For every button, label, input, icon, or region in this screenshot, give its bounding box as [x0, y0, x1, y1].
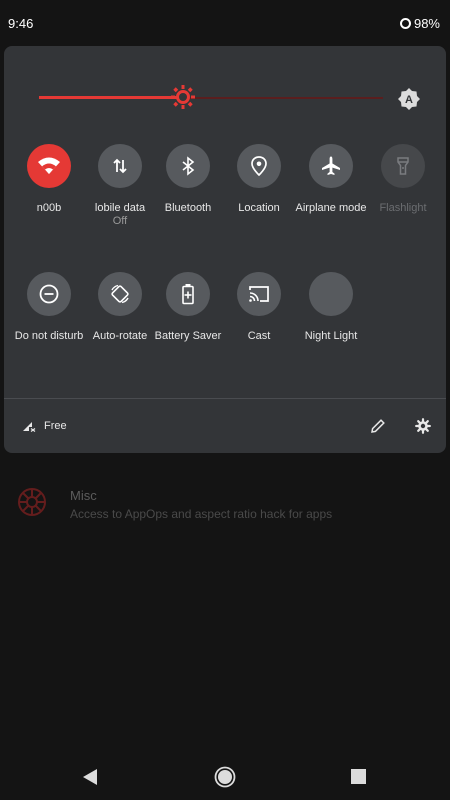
back-icon[interactable] — [82, 768, 98, 786]
pencil-icon — [371, 419, 385, 433]
tile-airplane-mode[interactable]: Airplane mode — [295, 144, 367, 244]
settings-button[interactable] — [415, 418, 431, 434]
gear-icon — [415, 418, 431, 434]
brightness-thumb-icon[interactable] — [170, 84, 196, 110]
mobile-data-icon — [113, 158, 127, 174]
status-bar: 9:46 98% — [0, 0, 450, 46]
carrier-info[interactable]: Free — [22, 419, 67, 432]
brightness-slider[interactable] — [39, 85, 383, 109]
tile-label: n00b — [36, 202, 62, 214]
tile-night-light[interactable]: Night Light — [295, 272, 367, 372]
settings-item-misc[interactable]: Misc Access to AppOps and aspect ratio h… — [0, 476, 450, 536]
tile-label: Flashlight — [379, 202, 427, 214]
do-not-disturb-icon — [39, 284, 59, 304]
status-time: 9:46 — [8, 16, 34, 31]
auto-brightness-button[interactable]: A — [398, 88, 420, 110]
tile-label: Night Light — [304, 330, 358, 342]
home-icon[interactable] — [214, 766, 236, 788]
tile-label: lobile data — [94, 202, 146, 214]
tile-label: Battery Saver — [154, 330, 222, 342]
auto-rotate-icon — [111, 284, 129, 304]
edit-button[interactable] — [370, 418, 386, 434]
location-icon — [251, 156, 267, 176]
battery-indicator: 98% — [399, 16, 440, 31]
panel-divider — [4, 398, 446, 399]
flashlight-icon — [397, 157, 409, 175]
battery-percent: 98% — [413, 16, 440, 31]
auto-brightness-label: A — [405, 94, 413, 106]
tile-location[interactable]: Location — [223, 144, 295, 244]
carrier-name: Free — [44, 419, 67, 432]
recent-apps-icon[interactable] — [351, 769, 366, 784]
tile-mobile-data[interactable]: lobile data Off — [84, 144, 156, 244]
tile-wifi[interactable]: n00b — [13, 144, 85, 244]
tile-label: Cast — [247, 330, 271, 342]
tile-label: Bluetooth — [164, 202, 212, 214]
auto-brightness-icon: A — [398, 88, 420, 110]
tile-flashlight[interactable]: Flashlight — [367, 144, 439, 244]
tile-label: Auto-rotate — [92, 330, 148, 342]
tile-cast[interactable]: Cast — [223, 272, 295, 372]
cast-icon — [249, 286, 269, 302]
tile-label: Airplane mode — [295, 202, 367, 214]
navigation-bar — [0, 740, 450, 800]
tile-label: Location — [238, 202, 280, 214]
battery-icon — [399, 18, 411, 29]
battery-saver-icon — [182, 284, 194, 305]
tile-auto-rotate[interactable]: Auto-rotate — [84, 272, 156, 372]
tile-do-not-disturb[interactable]: Do not disturb — [13, 272, 85, 372]
tile-bluetooth[interactable]: Bluetooth — [152, 144, 224, 244]
bluetooth-icon — [182, 156, 195, 176]
quick-settings-panel: A n00b lobile data Off Bluetooth Locatio… — [4, 46, 446, 453]
misc-icon — [18, 488, 46, 516]
misc-subtitle: Access to AppOps and aspect ratio hack f… — [70, 507, 333, 521]
brightness-fill — [39, 96, 183, 99]
tile-sublabel: Off — [112, 215, 128, 227]
tile-label: Do not disturb — [14, 330, 84, 342]
night-light-icon — [325, 286, 333, 302]
tile-battery-saver[interactable]: Battery Saver — [152, 272, 224, 372]
airplane-icon — [322, 156, 340, 175]
wifi-icon — [38, 157, 60, 174]
cell-signal-icon — [23, 422, 36, 432]
misc-title: Misc — [70, 488, 97, 503]
